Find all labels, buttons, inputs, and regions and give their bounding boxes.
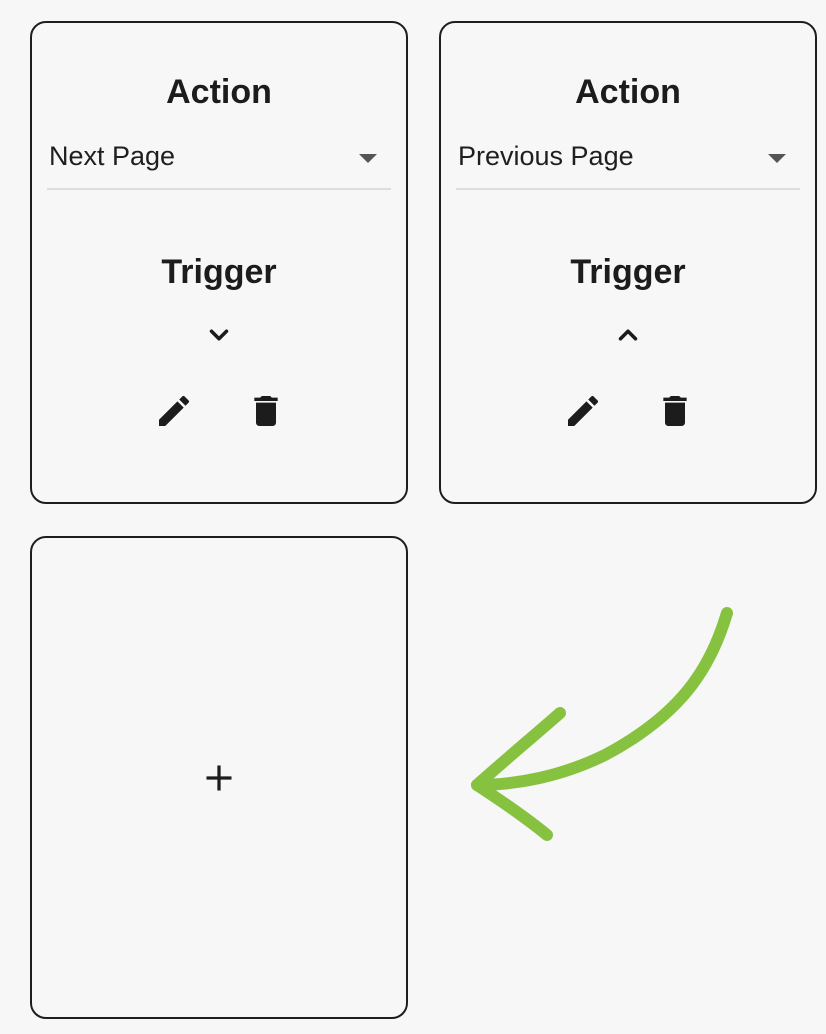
chevron-down-icon[interactable] [204,320,234,350]
curved-arrow-icon [471,607,733,841]
trigger-heading: Trigger [161,253,277,291]
plus-icon: + [206,765,232,790]
pencil-icon [568,395,599,426]
action-card-next-page: Action Next Page Trigger [30,21,408,504]
chevron-up-icon[interactable] [613,320,643,350]
dropdown-caret-icon [768,154,786,163]
action-select[interactable]: Previous Page [456,138,800,190]
action-card-previous-page: Action Previous Page Trigger [439,21,817,504]
pencil-icon [159,395,190,426]
action-select-value: Next Page [49,141,176,171]
action-heading: Action [166,73,272,111]
delete-button[interactable] [655,391,695,431]
dropdown-caret-icon [359,154,377,163]
action-select-value: Previous Page [458,141,634,171]
action-heading: Action [575,73,681,111]
action-select[interactable]: Next Page [47,138,391,190]
delete-button[interactable] [246,391,286,431]
add-action-card[interactable]: + [30,536,408,1019]
trigger-heading: Trigger [570,253,686,291]
trash-icon [663,396,687,426]
trash-icon [254,396,278,426]
edit-button[interactable] [154,391,194,431]
edit-button[interactable] [563,391,603,431]
